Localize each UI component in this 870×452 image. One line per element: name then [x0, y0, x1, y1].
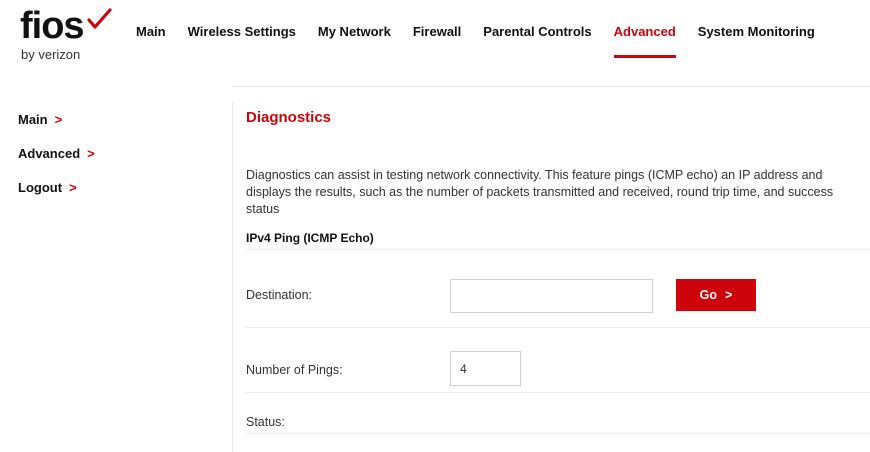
go-button-label: Go	[699, 288, 718, 302]
content-divider	[232, 102, 233, 452]
sidebar-item-label: Advanced	[18, 146, 81, 161]
sidebar-item-main[interactable]: Main >	[18, 112, 218, 146]
page-title: Diagnostics	[246, 109, 332, 126]
go-button[interactable]: Go >	[676, 279, 756, 311]
checkmark-icon	[87, 8, 112, 29]
fios-logo[interactable]: fios by verizon	[20, 4, 130, 64]
pings-label: Number of Pings:	[246, 363, 343, 377]
logo-tagline: by verizon	[21, 47, 81, 62]
sidebar-item-advanced[interactable]: Advanced >	[18, 146, 218, 180]
nav-parental-controls[interactable]: Parental Controls	[483, 24, 591, 39]
divider	[246, 433, 870, 434]
top-navigation: Main Wireless Settings My Network Firewa…	[136, 24, 837, 58]
pings-input[interactable]	[450, 351, 521, 386]
header: fios by verizon Main Wireless Settings M…	[0, 0, 870, 87]
nav-system-monitoring[interactable]: System Monitoring	[698, 24, 815, 39]
sidebar-item-logout[interactable]: Logout >	[18, 180, 218, 214]
sidebar-item-label: Logout	[18, 180, 63, 195]
logo-wordmark: fios	[20, 5, 85, 47]
diagnostics-panel: Diagnostics Diagnostics can assist in te…	[246, 109, 870, 434]
chevron-right-icon: >	[87, 146, 95, 161]
sidebar-item-label: Main	[18, 112, 48, 127]
nav-advanced[interactable]: Advanced	[613, 24, 676, 58]
page-description: Diagnostics can assist in testing networ…	[246, 167, 834, 216]
nav-main[interactable]: Main	[136, 24, 166, 39]
destination-label: Destination:	[246, 288, 313, 302]
nav-my-network[interactable]: My Network	[318, 24, 391, 39]
status-label: Status:	[246, 415, 285, 429]
nav-firewall[interactable]: Firewall	[413, 24, 461, 39]
chevron-right-icon: >	[54, 112, 63, 127]
header-divider	[232, 86, 870, 87]
nav-wireless-settings[interactable]: Wireless Settings	[188, 24, 296, 39]
chevron-right-icon: >	[725, 288, 733, 302]
section-heading: IPv4 Ping (ICMP Echo)	[246, 231, 374, 245]
divider	[246, 327, 870, 328]
divider	[246, 249, 870, 250]
destination-input[interactable]	[450, 279, 653, 313]
chevron-right-icon: >	[69, 180, 77, 195]
divider	[246, 392, 870, 393]
sidebar: Main > Advanced > Logout >	[18, 112, 218, 214]
